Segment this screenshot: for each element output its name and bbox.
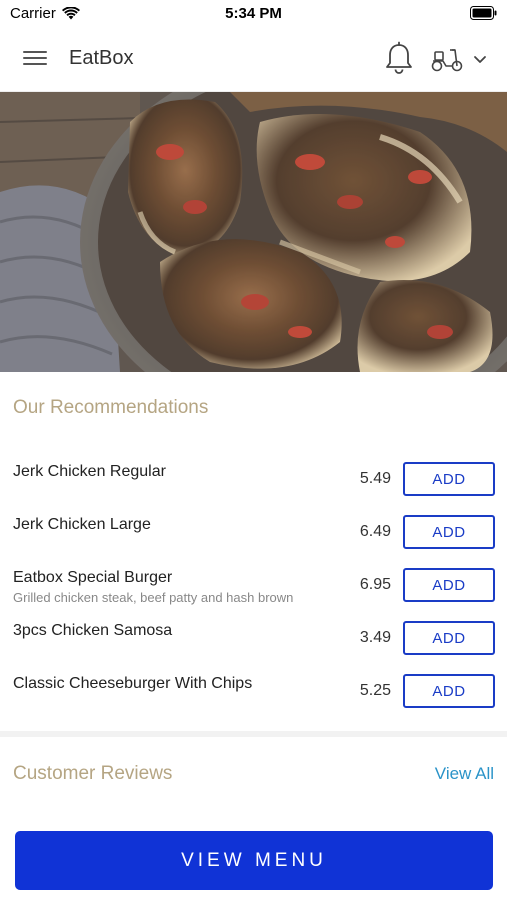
hero-food-image (0, 92, 507, 372)
item-description: Grilled chicken steak, beef patty and ha… (13, 590, 294, 605)
hamburger-menu-icon[interactable] (20, 48, 50, 72)
view-menu-button[interactable]: VIEW MENU (15, 831, 493, 890)
item-name: Jerk Chicken Large (13, 516, 151, 533)
view-all-reviews-link[interactable]: View All (435, 764, 494, 784)
chevron-down-icon[interactable] (471, 51, 489, 67)
app-title: EatBox (69, 47, 134, 69)
item-name: 3pcs Chicken Samosa (13, 622, 173, 639)
customer-reviews-title: Customer Reviews (13, 763, 173, 784)
menu-item-row: 3pcs Chicken Samosa 3.49 ADD (0, 621, 507, 675)
add-to-cart-button[interactable]: ADD (403, 568, 495, 602)
recommendations-title: Our Recommendations (13, 397, 209, 418)
item-price: 5.49 (359, 470, 391, 487)
section-divider (0, 731, 507, 737)
status-bar: Carrier 5:34 PM (0, 0, 507, 28)
add-to-cart-button[interactable]: ADD (403, 674, 495, 708)
item-name: Eatbox Special Burger (13, 569, 173, 586)
add-to-cart-button[interactable]: ADD (403, 515, 495, 549)
delivery-scooter-icon[interactable] (430, 45, 464, 73)
menu-item-row: Classic Cheeseburger With Chips 5.25 ADD (0, 674, 507, 728)
menu-item-row: Eatbox Special Burger Grilled chicken st… (0, 568, 507, 622)
item-price: 3.49 (359, 629, 391, 646)
menu-item-row: Jerk Chicken Regular 5.49 ADD (0, 462, 507, 516)
battery-icon (470, 6, 497, 20)
item-price: 6.49 (359, 523, 391, 540)
menu-item-row: Jerk Chicken Large 6.49 ADD (0, 515, 507, 569)
app-header: EatBox (0, 28, 507, 92)
add-to-cart-button[interactable]: ADD (403, 621, 495, 655)
add-to-cart-button[interactable]: ADD (403, 462, 495, 496)
item-name: Jerk Chicken Regular (13, 463, 166, 480)
item-price: 5.25 (359, 682, 391, 699)
status-time: 5:34 PM (225, 5, 282, 22)
item-price: 6.95 (359, 576, 391, 593)
item-name: Classic Cheeseburger With Chips (13, 675, 253, 692)
notification-bell-icon[interactable] (383, 41, 415, 77)
